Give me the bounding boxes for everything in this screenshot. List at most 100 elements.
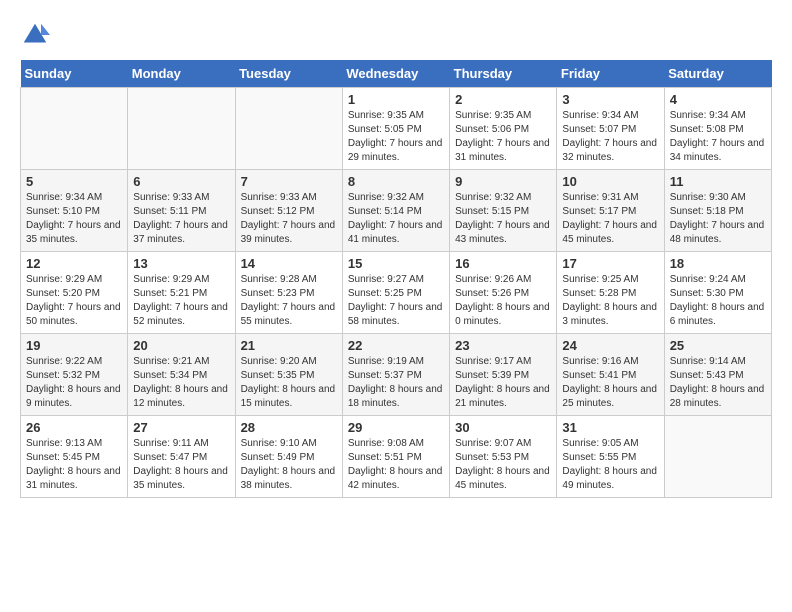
day-cell: 11 Sunrise: 9:30 AM Sunset: 5:18 PM Dayli… bbox=[664, 170, 771, 252]
day-number: 20 bbox=[133, 338, 229, 353]
day-info: Sunrise: 9:29 AM Sunset: 5:20 PM Dayligh… bbox=[26, 273, 122, 329]
day-cell: 7 Sunrise: 9:33 AM Sunset: 5:12 PM Daylig… bbox=[235, 170, 342, 252]
header-cell-tuesday: Tuesday bbox=[235, 60, 342, 88]
day-cell: 30 Sunrise: 9:07 AM Sunset: 5:53 PM Dayli… bbox=[450, 416, 557, 498]
day-cell: 18Sunrise: 9:24 AM Sunset: 5:30 PM Dayli… bbox=[664, 252, 771, 334]
day-cell: 24 Sunrise: 9:16 AM Sunset: 5:41 PM Dayli… bbox=[557, 334, 664, 416]
day-number: 22 bbox=[348, 338, 444, 353]
week-row-1: 1 Sunrise: 9:35 AM Sunset: 5:05 PM Daylig… bbox=[21, 88, 772, 170]
day-info: Sunrise: 9:10 AM Sunset: 5:49 PM Dayligh… bbox=[241, 437, 337, 493]
day-info: Sunrise: 9:26 AM Sunset: 5:26 PM Dayligh… bbox=[455, 273, 551, 329]
day-info: Sunrise: 9:13 AM Sunset: 5:45 PM Dayligh… bbox=[26, 437, 122, 493]
header-cell-wednesday: Wednesday bbox=[342, 60, 449, 88]
day-cell: 21 Sunrise: 9:20 AM Sunset: 5:35 PM Dayli… bbox=[235, 334, 342, 416]
header-cell-saturday: Saturday bbox=[664, 60, 771, 88]
week-row-4: 19Sunrise: 9:22 AM Sunset: 5:32 PM Dayli… bbox=[21, 334, 772, 416]
day-cell: 22 Sunrise: 9:19 AM Sunset: 5:37 PM Dayli… bbox=[342, 334, 449, 416]
day-cell: 5 Sunrise: 9:34 AM Sunset: 5:10 PM Daylig… bbox=[21, 170, 128, 252]
day-number: 29 bbox=[348, 420, 444, 435]
day-number: 31 bbox=[562, 420, 658, 435]
day-info: Sunrise: 9:28 AM Sunset: 5:23 PM Dayligh… bbox=[241, 273, 337, 329]
day-cell: 15Sunrise: 9:27 AM Sunset: 5:25 PM Dayli… bbox=[342, 252, 449, 334]
day-cell: 10 Sunrise: 9:31 AM Sunset: 5:17 PM Dayli… bbox=[557, 170, 664, 252]
day-info: Sunrise: 9:17 AM Sunset: 5:39 PM Dayligh… bbox=[455, 355, 551, 411]
day-info: Sunrise: 9:05 AM Sunset: 5:55 PM Dayligh… bbox=[562, 437, 658, 493]
day-cell: 1 Sunrise: 9:35 AM Sunset: 5:05 PM Daylig… bbox=[342, 88, 449, 170]
day-cell: 3Sunrise: 9:34 AM Sunset: 5:07 PM Daylig… bbox=[557, 88, 664, 170]
day-cell: 4 Sunrise: 9:34 AM Sunset: 5:08 PM Daylig… bbox=[664, 88, 771, 170]
day-number: 2 bbox=[455, 92, 551, 107]
day-info: Sunrise: 9:07 AM Sunset: 5:53 PM Dayligh… bbox=[455, 437, 551, 493]
day-cell: 27Sunrise: 9:11 AM Sunset: 5:47 PM Dayli… bbox=[128, 416, 235, 498]
day-info: Sunrise: 9:19 AM Sunset: 5:37 PM Dayligh… bbox=[348, 355, 444, 411]
day-number: 27 bbox=[133, 420, 229, 435]
day-info: Sunrise: 9:21 AM Sunset: 5:34 PM Dayligh… bbox=[133, 355, 229, 411]
day-info: Sunrise: 9:33 AM Sunset: 5:11 PM Dayligh… bbox=[133, 191, 229, 247]
day-info: Sunrise: 9:14 AM Sunset: 5:43 PM Dayligh… bbox=[670, 355, 766, 411]
day-info: Sunrise: 9:29 AM Sunset: 5:21 PM Dayligh… bbox=[133, 273, 229, 329]
header bbox=[20, 20, 772, 50]
day-info: Sunrise: 9:16 AM Sunset: 5:41 PM Dayligh… bbox=[562, 355, 658, 411]
day-info: Sunrise: 9:35 AM Sunset: 5:05 PM Dayligh… bbox=[348, 109, 444, 165]
day-info: Sunrise: 9:27 AM Sunset: 5:25 PM Dayligh… bbox=[348, 273, 444, 329]
day-cell: 23 Sunrise: 9:17 AM Sunset: 5:39 PM Dayli… bbox=[450, 334, 557, 416]
day-number: 11 bbox=[670, 174, 766, 189]
header-row: SundayMondayTuesdayWednesdayThursdayFrid… bbox=[21, 60, 772, 88]
day-info: Sunrise: 9:20 AM Sunset: 5:35 PM Dayligh… bbox=[241, 355, 337, 411]
day-cell: 12Sunrise: 9:29 AM Sunset: 5:20 PM Dayli… bbox=[21, 252, 128, 334]
day-number: 1 bbox=[348, 92, 444, 107]
day-cell: 25 Sunrise: 9:14 AM Sunset: 5:43 PM Dayli… bbox=[664, 334, 771, 416]
header-cell-sunday: Sunday bbox=[21, 60, 128, 88]
day-info: Sunrise: 9:30 AM Sunset: 5:18 PM Dayligh… bbox=[670, 191, 766, 247]
logo-icon bbox=[20, 20, 50, 50]
day-number: 13 bbox=[133, 256, 229, 271]
day-number: 28 bbox=[241, 420, 337, 435]
day-info: Sunrise: 9:31 AM Sunset: 5:17 PM Dayligh… bbox=[562, 191, 658, 247]
day-number: 4 bbox=[670, 92, 766, 107]
day-number: 6 bbox=[133, 174, 229, 189]
day-info: Sunrise: 9:08 AM Sunset: 5:51 PM Dayligh… bbox=[348, 437, 444, 493]
week-row-5: 26 Sunrise: 9:13 AM Sunset: 5:45 PM Dayli… bbox=[21, 416, 772, 498]
day-info: Sunrise: 9:34 AM Sunset: 5:08 PM Dayligh… bbox=[670, 109, 766, 165]
day-cell: 29 Sunrise: 9:08 AM Sunset: 5:51 PM Dayli… bbox=[342, 416, 449, 498]
week-row-2: 5 Sunrise: 9:34 AM Sunset: 5:10 PM Daylig… bbox=[21, 170, 772, 252]
day-number: 21 bbox=[241, 338, 337, 353]
day-info: Sunrise: 9:34 AM Sunset: 5:10 PM Dayligh… bbox=[26, 191, 122, 247]
calendar-table: SundayMondayTuesdayWednesdayThursdayFrid… bbox=[20, 60, 772, 498]
day-cell: 14Sunrise: 9:28 AM Sunset: 5:23 PM Dayli… bbox=[235, 252, 342, 334]
header-cell-monday: Monday bbox=[128, 60, 235, 88]
day-number: 25 bbox=[670, 338, 766, 353]
day-cell: 17 Sunrise: 9:25 AM Sunset: 5:28 PM Dayli… bbox=[557, 252, 664, 334]
day-number: 18 bbox=[670, 256, 766, 271]
day-cell: 8Sunrise: 9:32 AM Sunset: 5:14 PM Daylig… bbox=[342, 170, 449, 252]
day-number: 5 bbox=[26, 174, 122, 189]
day-cell: 20 Sunrise: 9:21 AM Sunset: 5:34 PM Dayli… bbox=[128, 334, 235, 416]
day-cell bbox=[128, 88, 235, 170]
day-info: Sunrise: 9:32 AM Sunset: 5:15 PM Dayligh… bbox=[455, 191, 551, 247]
day-info: Sunrise: 9:35 AM Sunset: 5:06 PM Dayligh… bbox=[455, 109, 551, 165]
day-number: 19 bbox=[26, 338, 122, 353]
day-number: 24 bbox=[562, 338, 658, 353]
day-cell: 16Sunrise: 9:26 AM Sunset: 5:26 PM Dayli… bbox=[450, 252, 557, 334]
day-number: 9 bbox=[455, 174, 551, 189]
day-number: 23 bbox=[455, 338, 551, 353]
day-info: Sunrise: 9:33 AM Sunset: 5:12 PM Dayligh… bbox=[241, 191, 337, 247]
day-number: 30 bbox=[455, 420, 551, 435]
day-number: 26 bbox=[26, 420, 122, 435]
day-number: 8 bbox=[348, 174, 444, 189]
day-number: 17 bbox=[562, 256, 658, 271]
day-cell: 9 Sunrise: 9:32 AM Sunset: 5:15 PM Daylig… bbox=[450, 170, 557, 252]
day-cell bbox=[664, 416, 771, 498]
day-info: Sunrise: 9:25 AM Sunset: 5:28 PM Dayligh… bbox=[562, 273, 658, 329]
day-cell: 19Sunrise: 9:22 AM Sunset: 5:32 PM Dayli… bbox=[21, 334, 128, 416]
day-cell: 13 Sunrise: 9:29 AM Sunset: 5:21 PM Dayli… bbox=[128, 252, 235, 334]
day-info: Sunrise: 9:34 AM Sunset: 5:07 PM Dayligh… bbox=[562, 109, 658, 165]
logo bbox=[20, 20, 54, 50]
day-cell: 31 Sunrise: 9:05 AM Sunset: 5:55 PM Dayli… bbox=[557, 416, 664, 498]
day-cell: 28 Sunrise: 9:10 AM Sunset: 5:49 PM Dayli… bbox=[235, 416, 342, 498]
day-number: 7 bbox=[241, 174, 337, 189]
week-row-3: 12Sunrise: 9:29 AM Sunset: 5:20 PM Dayli… bbox=[21, 252, 772, 334]
header-cell-friday: Friday bbox=[557, 60, 664, 88]
header-cell-thursday: Thursday bbox=[450, 60, 557, 88]
day-number: 10 bbox=[562, 174, 658, 189]
